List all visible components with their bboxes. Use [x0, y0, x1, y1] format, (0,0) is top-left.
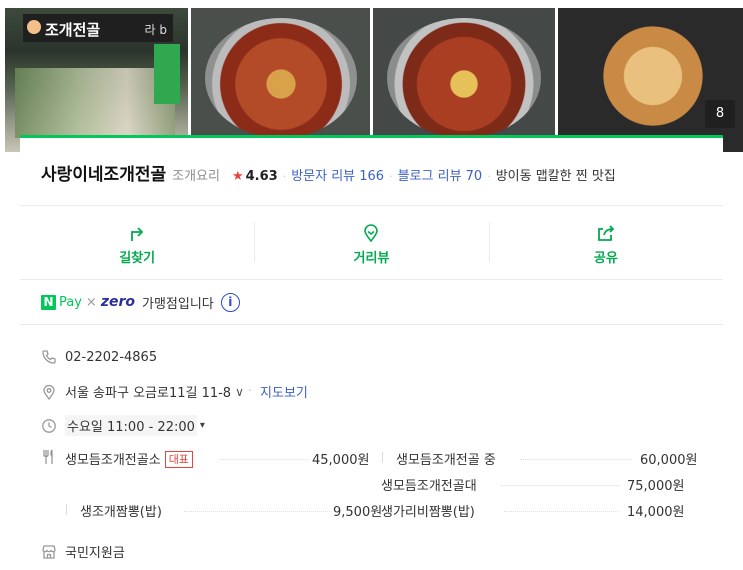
pay-logo-text: Pay — [59, 294, 82, 310]
utensils-icon — [43, 449, 53, 464]
support-text: 국민지원금 — [65, 546, 125, 561]
menu-leader-line — [520, 459, 632, 460]
share-label: 공유 — [593, 251, 618, 266]
share-button[interactable]: 공유 — [488, 206, 723, 279]
menu-item-name: 생모듬조개전골 중 — [396, 453, 496, 468]
fried-dish-image — [588, 26, 718, 126]
action-bar: 길찾기 거리뷰 공유 — [20, 206, 723, 280]
streetview-pin-icon — [364, 224, 379, 243]
menu-item-name: 생모듬조개전골대 — [381, 479, 477, 494]
menu-item[interactable]: 생모듬조개전골소 대표 — [65, 449, 193, 468]
menu-leader-line — [501, 485, 619, 486]
star-icon: ★ — [231, 169, 244, 184]
clam-hotpot-image — [205, 18, 357, 138]
phone-row: 02-2202-4865 — [41, 349, 157, 365]
share-icon — [597, 225, 615, 241]
store-logo-icon — [27, 20, 41, 34]
menu-item-price: 75,000원 — [627, 479, 685, 494]
food-photo-2[interactable] — [373, 8, 555, 152]
rating-value: 4.63 — [245, 169, 278, 184]
clock-icon — [42, 418, 56, 433]
phone-number[interactable]: 02-2202-4865 — [65, 350, 157, 365]
place-name: 사랑이네조개전골 — [41, 165, 167, 185]
storefront-photo[interactable]: 조개전골 라 b — [5, 8, 188, 152]
menu-item-name: 생모듬조개전골소 — [65, 453, 161, 468]
streetview-label: 거리뷰 — [353, 251, 390, 266]
directions-label: 길찾기 — [119, 251, 156, 266]
info-icon[interactable]: i — [220, 292, 240, 312]
signature-badge: 대표 — [164, 451, 193, 468]
clam-hotpot-image — [387, 18, 541, 138]
place-card: 사랑이네조개전골 조개요리 ★ 4.63 · 방문자 리뷰 166 · 블로그 … — [20, 135, 723, 570]
menu-item-name: 생가리비짬뽕(밥) — [381, 505, 475, 520]
menu-divider — [66, 504, 67, 515]
separator-dot: · — [282, 170, 287, 183]
menu-item[interactable]: 생가리비짬뽕(밥) — [381, 501, 475, 520]
menu-item-price: 14,000원 — [627, 505, 685, 520]
store-icon — [42, 544, 56, 559]
menu-leader-line — [184, 511, 330, 512]
npay-zero-row: N Pay × zero 가맹점입니다 i — [20, 280, 723, 325]
place-header: 사랑이네조개전골 조개요리 ★ 4.63 · 방문자 리뷰 166 · 블로그 … — [20, 138, 723, 206]
menu-leader-line — [220, 459, 308, 460]
naver-n-logo: N — [41, 294, 56, 310]
hours-chevron-down-icon[interactable]: ▾ — [200, 420, 205, 431]
store-sign: 조개전골 라 b — [23, 14, 173, 42]
menu-item-price: 45,000원 — [312, 453, 370, 468]
support-row: 국민지원금 — [41, 542, 125, 561]
menu-item[interactable]: 생모듬조개전골대 — [381, 475, 477, 494]
merchant-text: 가맹점입니다 — [142, 296, 214, 312]
separator-dot: · — [247, 384, 253, 399]
menu-item[interactable]: 생모듬조개전골 중 — [396, 449, 496, 468]
hours-row[interactable]: 수요일 11:00 - 22:00 ▾ — [41, 415, 205, 436]
menu-item-price: 60,000원 — [640, 453, 698, 468]
directions-icon — [131, 227, 144, 241]
menu-item-name: 생조개짬뽕(밥) — [80, 505, 162, 520]
place-category: 조개요리 — [172, 169, 220, 184]
separator-dot: · — [487, 170, 491, 183]
menu-leader-line — [504, 511, 618, 512]
store-sign-extra: 라 b — [144, 23, 167, 37]
menu-divider — [382, 452, 383, 463]
times-sign: × — [85, 294, 97, 310]
food-photo-3[interactable]: 8 — [558, 8, 743, 152]
separator-dot: · — [389, 170, 393, 183]
photo-count-badge[interactable]: 8 — [705, 100, 735, 128]
visitor-review-link[interactable]: 방문자 리뷰 166 — [291, 165, 384, 184]
store-sign-text: 조개전골 — [45, 21, 101, 39]
address-expand-chevron-icon[interactable]: ∨ — [235, 385, 244, 399]
phone-icon — [42, 350, 56, 364]
place-description: 방이동 맵칼한 찐 맛집 — [495, 169, 616, 184]
streetview-button[interactable]: 거리뷰 — [254, 206, 488, 279]
shop-window — [15, 68, 175, 138]
food-photo-1[interactable] — [191, 8, 370, 152]
menu-item[interactable]: 생조개짬뽕(밥) — [80, 501, 162, 520]
directions-button[interactable]: 길찾기 — [20, 206, 254, 279]
shop-banner — [154, 44, 180, 104]
business-hours[interactable]: 수요일 11:00 - 22:00 — [65, 415, 197, 436]
address-text: 서울 송파구 오금로11길 11-8 — [65, 386, 232, 401]
blog-review-link[interactable]: 블로그 리뷰 70 — [398, 165, 483, 184]
photo-strip: 조개전골 라 b 8 — [0, 0, 743, 152]
menu-item-price: 9,500원 — [333, 505, 383, 520]
location-pin-icon — [43, 384, 55, 400]
title-row: 사랑이네조개전골 조개요리 ★ 4.63 · 방문자 리뷰 166 · 블로그 … — [41, 160, 616, 185]
address-row: 서울 송파구 오금로11길 11-8 ∨ · 지도보기 — [41, 382, 308, 401]
zero-pay-logo: zero — [100, 294, 135, 310]
map-view-link[interactable]: 지도보기 — [260, 382, 308, 401]
menu-row-icon-line — [41, 449, 65, 465]
